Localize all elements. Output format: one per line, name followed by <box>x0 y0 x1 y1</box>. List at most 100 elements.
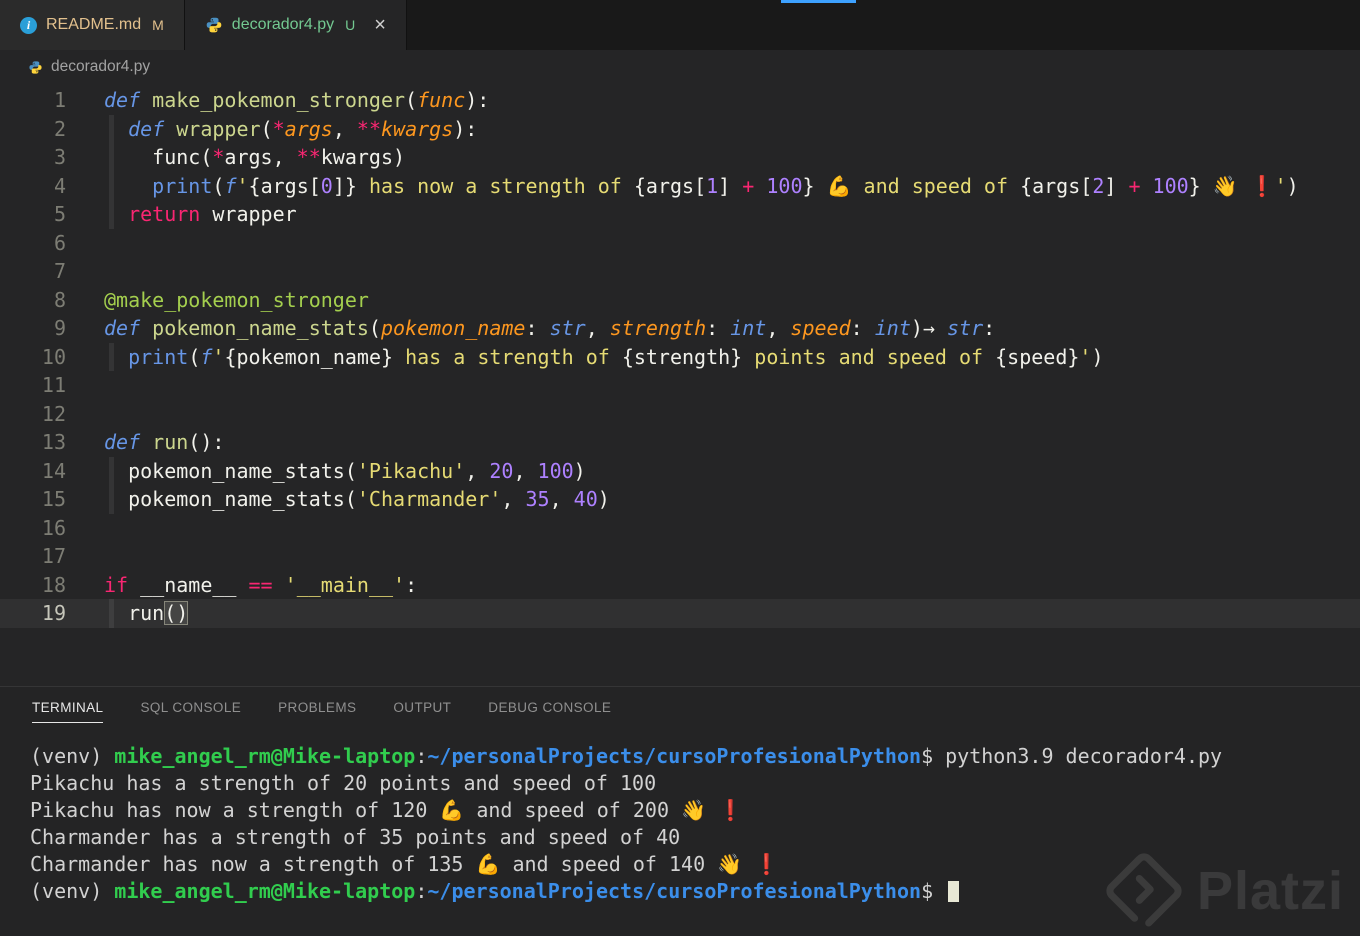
code-line[interactable]: 8 @make_pokemon_stronger <box>0 286 1360 315</box>
code-line[interactable]: 5 return wrapper <box>0 200 1360 229</box>
code-line[interactable]: 18 if __name__ == '__main__': <box>0 571 1360 600</box>
code-token: run <box>152 430 189 454</box>
code-token: : <box>706 316 731 340</box>
code-token: def <box>128 116 177 141</box>
code-line[interactable]: 6 <box>0 229 1360 258</box>
code-token: def <box>104 88 153 112</box>
line-number[interactable]: 15 <box>0 485 66 514</box>
terminal-output[interactable]: (venv) mike_angel_rm@Mike-laptop:~/perso… <box>0 723 1360 905</box>
tab-decorador4[interactable]: decorador4.py U × <box>184 0 407 50</box>
code-line[interactable]: 1 def make_pokemon_stronger(func): <box>0 86 1360 115</box>
python-icon <box>28 60 43 75</box>
code-line[interactable]: 14 pokemon_name_stats('Pikachu', 20, 100… <box>0 457 1360 486</box>
terminal-text: 👋 <box>717 852 743 876</box>
code-line[interactable]: 16 <box>0 514 1360 543</box>
line-number[interactable]: 2 <box>0 115 66 144</box>
code-token: ): <box>453 116 478 141</box>
code-text: def wrapper(*args, **kwargs): <box>104 115 477 144</box>
code-line[interactable]: 9 def pokemon_name_stats(pokemon_name: st… <box>0 314 1360 343</box>
code-line[interactable]: 3 func(*args, **kwargs) <box>0 143 1360 172</box>
code-line[interactable]: 12 <box>0 400 1360 429</box>
line-number[interactable]: 10 <box>0 343 66 372</box>
line-number[interactable]: 5 <box>0 200 66 229</box>
tab-label: README.md <box>46 16 142 33</box>
panel-tab-terminal[interactable]: TERMINAL <box>32 700 104 723</box>
code-line[interactable]: 17 <box>0 542 1360 571</box>
code-line[interactable]: 13 def run(): <box>0 428 1360 457</box>
panel-tab-debug-console[interactable]: DEBUG CONSOLE <box>488 700 611 723</box>
code-line[interactable]: 7 <box>0 257 1360 286</box>
code-token: , <box>549 487 574 511</box>
code-token: (): <box>188 430 225 454</box>
panel-tab-sql-console[interactable]: SQL CONSOLE <box>140 700 241 723</box>
line-number[interactable]: 9 <box>0 314 66 343</box>
code-token: pokemon_name_stats <box>152 316 369 340</box>
code-text: print(f'{pokemon_name} has a strength of… <box>104 343 1104 372</box>
code-token: {strength} <box>621 344 743 369</box>
code-token: } <box>1188 173 1201 198</box>
terminal-text: mike_angel_rm@Mike-laptop <box>114 744 416 768</box>
line-number[interactable]: 7 <box>0 257 66 286</box>
line-number[interactable]: 6 <box>0 229 66 258</box>
code-token: , <box>513 458 538 483</box>
code-token: 35 <box>525 487 550 511</box>
vscode-window: i README.md M decorador4.py U × decorado… <box>0 0 1360 936</box>
line-number[interactable]: 3 <box>0 143 66 172</box>
terminal-text: ❗ <box>754 852 780 876</box>
code-token: ' <box>212 344 225 369</box>
tab-bar: i README.md M decorador4.py U × <box>0 0 1360 50</box>
code-line[interactable]: 19 run() <box>0 599 1360 628</box>
code-token: ( <box>368 316 381 340</box>
indent-guide <box>109 599 114 628</box>
tab-readme[interactable]: i README.md M <box>0 0 185 50</box>
code-token: wrapper <box>176 116 261 141</box>
line-number[interactable]: 1 <box>0 86 66 115</box>
code-token: @make_pokemon_stronger <box>104 287 369 312</box>
code-token: ❗ <box>1249 173 1275 198</box>
terminal-text: ❗ <box>718 798 743 822</box>
code-token: + <box>1128 173 1141 198</box>
line-number[interactable]: 12 <box>0 400 66 429</box>
panel-tab-problems[interactable]: PROBLEMS <box>278 700 356 723</box>
code-line[interactable]: 11 <box>0 371 1360 400</box>
code-token: ): <box>465 88 490 112</box>
line-number[interactable]: 8 <box>0 286 66 315</box>
code-token: func( <box>104 145 213 169</box>
code-token: ) <box>1091 344 1104 369</box>
line-number[interactable]: 17 <box>0 542 66 571</box>
close-icon[interactable]: × <box>374 15 386 35</box>
code-token: : <box>850 316 875 340</box>
code-token: and speed of <box>851 173 1021 198</box>
code-token: , <box>585 316 610 340</box>
terminal-text: and speed of 200 <box>464 798 682 822</box>
breadcrumb[interactable]: decorador4.py <box>0 50 1360 84</box>
code-text: def pokemon_name_stats(pokemon_name: str… <box>104 314 995 343</box>
python-icon <box>205 16 223 34</box>
code-line[interactable]: 4 print(f'{args[0]} has now a strength o… <box>0 172 1360 201</box>
editor[interactable]: 1 def make_pokemon_stronger(func): 2 def w… <box>0 84 1360 686</box>
line-number[interactable]: 11 <box>0 371 66 400</box>
terminal-text: Charmander has now a strength of 135 <box>30 852 476 876</box>
code-text: func(*args, **kwargs) <box>104 143 405 172</box>
terminal-line: Charmander has a strength of 35 points a… <box>30 824 1360 851</box>
line-number[interactable]: 13 <box>0 428 66 457</box>
code-token: has a strength of <box>393 344 622 369</box>
code-token: points and speed of <box>742 344 996 369</box>
terminal-text: Pikachu has a strength of 20 points and … <box>30 771 657 795</box>
code-line[interactable]: 10 print(f'{pokemon_name} has a strength… <box>0 343 1360 372</box>
line-number[interactable]: 14 <box>0 457 66 486</box>
terminal-text: and speed of 140 <box>500 852 718 876</box>
line-number[interactable]: 18 <box>0 571 66 600</box>
git-status-badge: U <box>345 17 356 33</box>
line-number[interactable]: 16 <box>0 514 66 543</box>
code-line[interactable]: 15 pokemon_name_stats('Charmander', 35, … <box>0 485 1360 514</box>
panel-tab-output[interactable]: OUTPUT <box>393 700 451 723</box>
code-line[interactable]: 2 def wrapper(*args, **kwargs): <box>0 115 1360 144</box>
terminal-text: $ <box>921 879 946 903</box>
terminal-text: 💪 <box>475 852 501 876</box>
code-token: , <box>501 487 526 511</box>
line-number[interactable]: 19 <box>0 599 66 628</box>
line-number[interactable]: 4 <box>0 172 66 201</box>
